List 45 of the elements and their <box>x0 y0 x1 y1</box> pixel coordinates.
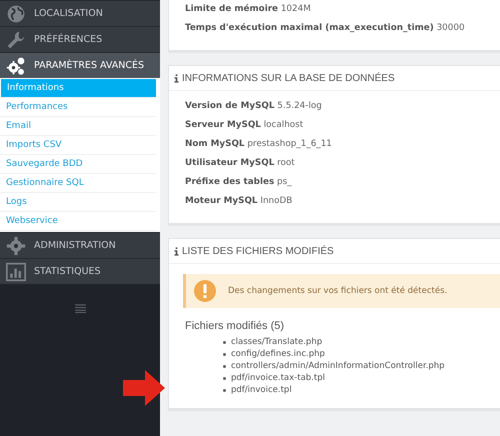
menu-item[interactable]: PARAMÈTRES AVANCÉS <box>0 52 160 78</box>
bullet-icon <box>223 376 226 380</box>
info-line: Nom MySQL prestashop_1_6_11 <box>185 138 333 151</box>
submenu-item[interactable]: Gestionnaire SQL <box>0 174 156 193</box>
bullet-icon <box>223 340 226 344</box>
menu-item[interactable]: LOCALISATION <box>0 0 160 26</box>
file-path: controllers/admin/AdminInformationController.php <box>231 360 445 372</box>
info-line: Temps d'exécution maximal (max_execution_time) 30000 <box>185 22 466 35</box>
info-line: Préfixe des tables ps_ <box>185 176 293 189</box>
bullet-icon <box>223 388 226 392</box>
bullet-icon <box>223 352 226 356</box>
menu-item[interactable]: STATISTIQUES <box>0 258 160 284</box>
menu-item[interactable]: PRÉFÉRENCES <box>0 26 160 52</box>
info-line: Utilisateur MySQL root <box>185 157 296 170</box>
file-path: config/defines.inc.php <box>231 348 325 360</box>
panel-title: INFORMATIONS SUR LA BASE DE DONNÉES <box>182 72 395 84</box>
submenu-item[interactable]: Webservice <box>0 212 156 231</box>
info-icon <box>174 246 179 256</box>
file-path: classes/Translate.php <box>231 336 322 348</box>
info-line: Version de MySQL 5.5.24-log <box>185 100 323 113</box>
info-icon <box>174 74 179 82</box>
file-path: pdf/invoice.tax-tab.tpl <box>231 372 325 384</box>
info-line: Limite de mémoire 1024M <box>185 3 312 16</box>
info-line: Moteur MySQL InnoDB <box>185 195 294 208</box>
bar-chart-icon <box>6 262 26 282</box>
submenu-item[interactable]: Informations <box>1 79 156 98</box>
gears-icon <box>6 56 26 76</box>
wrench-icon <box>6 30 26 50</box>
section-subtitle: Fichiers modifiés (5) <box>185 320 286 332</box>
info-line: Serveur MySQL localhost <box>185 119 304 132</box>
warning-icon <box>194 280 216 302</box>
arrow-drawing <box>123 370 165 406</box>
bullet-icon <box>223 364 226 368</box>
menu-item[interactable]: ADMINISTRATION <box>0 232 160 258</box>
menu-icon[interactable] <box>74 304 86 313</box>
submenu-item[interactable]: Imports CSV <box>0 136 156 155</box>
gear-icon <box>6 236 26 256</box>
submenu-item[interactable]: Sauvegarde BDD <box>0 155 156 174</box>
file-path: pdf/invoice.tpl <box>231 384 292 396</box>
globe-icon <box>6 4 26 24</box>
submenu-item[interactable]: Logs <box>0 193 156 212</box>
submenu-item[interactable]: Email <box>0 117 156 136</box>
alert-message: Des changements sur vos fichiers ont été détectés. <box>228 286 448 296</box>
submenu-item[interactable]: Performances <box>0 98 156 117</box>
panel-title: LISTE DES FICHIERS MODIFIÉS <box>182 246 334 256</box>
